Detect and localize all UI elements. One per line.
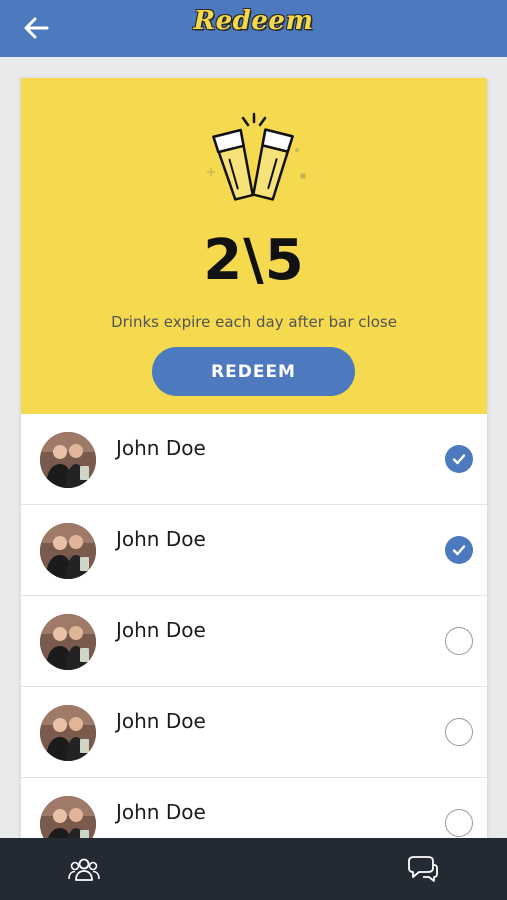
friends-tab-button[interactable] [66, 852, 102, 886]
friend-name: John Doe [116, 618, 206, 642]
checkmark-icon [452, 454, 466, 465]
chat-tab-button[interactable] [404, 852, 440, 886]
list-item[interactable]: John Doe [21, 687, 487, 778]
avatar [40, 523, 96, 579]
avatar [40, 796, 96, 840]
cheers-beer-glasses-icon [207, 112, 306, 201]
checked-checkbox[interactable] [445, 445, 473, 473]
avatar [40, 705, 96, 761]
page-title: Redeem [193, 6, 314, 36]
drinks-summary: 2\5 Drinks expire each day after bar clo… [21, 78, 487, 414]
avatar-photo [40, 523, 96, 579]
list-item[interactable]: John Doe [21, 778, 487, 840]
redeem-card: 2\5 Drinks expire each day after bar clo… [21, 78, 487, 840]
friend-name: John Doe [116, 709, 206, 733]
avatar [40, 614, 96, 670]
unchecked-checkbox[interactable] [445, 718, 473, 746]
bottom-nav-bar [0, 838, 507, 900]
expiry-note: Drinks expire each day after bar close [111, 313, 397, 331]
unchecked-checkbox[interactable] [445, 627, 473, 655]
avatar-photo [40, 432, 96, 488]
list-item[interactable]: John Doe [21, 596, 487, 687]
unchecked-checkbox[interactable] [445, 809, 473, 837]
checked-checkbox[interactable] [445, 536, 473, 564]
top-app-bar: Redeem [0, 0, 507, 57]
avatar-photo [40, 796, 96, 840]
redeem-button[interactable]: REDEEM [152, 347, 355, 396]
list-item[interactable]: John Doe [21, 505, 487, 596]
list-item[interactable]: John Doe [21, 414, 487, 505]
avatar-photo [40, 705, 96, 761]
chat-bubbles-icon [408, 856, 438, 882]
drink-list: John Doe John Doe John Doe John Doe John… [21, 414, 487, 840]
friend-name: John Doe [116, 800, 206, 824]
checkmark-icon [452, 545, 466, 556]
friend-name: John Doe [116, 436, 206, 460]
friend-name: John Doe [116, 527, 206, 551]
avatar-photo [40, 614, 96, 670]
friends-group-icon [68, 858, 100, 881]
avatar [40, 432, 96, 488]
drinks-count: 2\5 [203, 228, 305, 293]
